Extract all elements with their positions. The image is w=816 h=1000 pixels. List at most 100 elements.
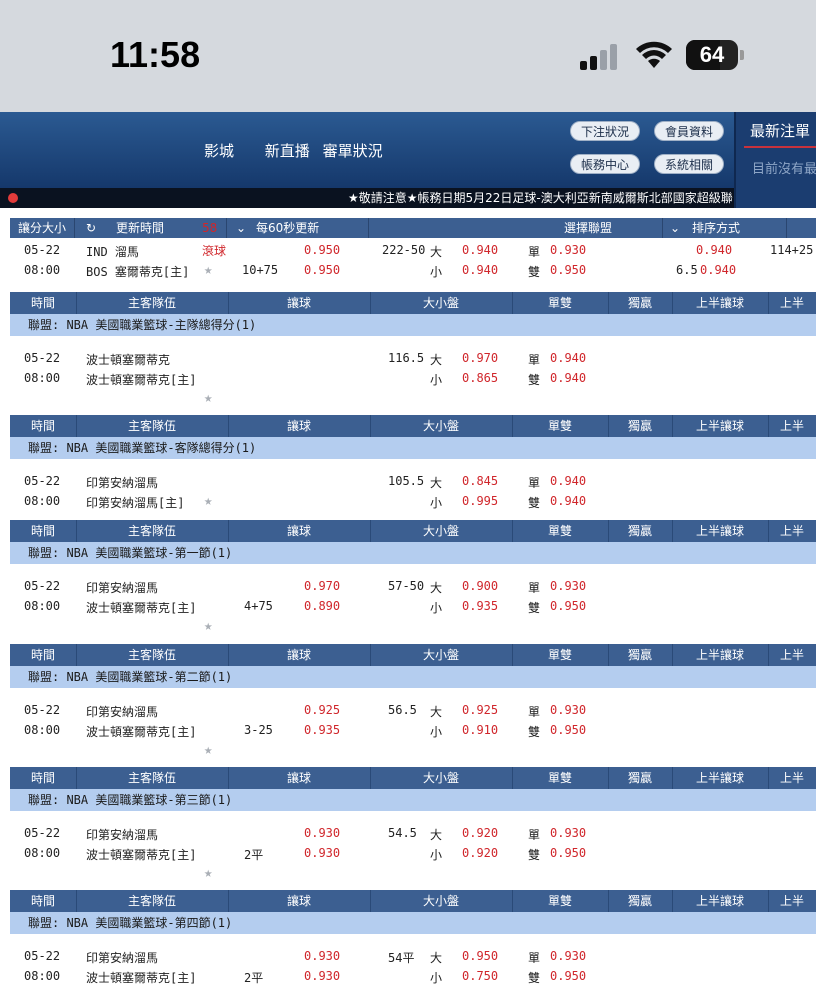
bet-status-button[interactable]: 下注狀況 (570, 121, 641, 141)
league-select[interactable]: 選擇聯盟 (564, 218, 612, 238)
odd-odds[interactable]: 0.930 (550, 579, 586, 593)
handicap-odds-home[interactable]: 0.930 (304, 969, 340, 983)
odd-odds[interactable]: 0.930 (550, 826, 586, 840)
refresh-interval-select[interactable]: 每60秒更新 (256, 218, 319, 238)
system-button[interactable]: 系統相關 (654, 154, 725, 174)
under-odds[interactable]: 0.935 (462, 599, 498, 613)
over-odds[interactable]: 0.950 (462, 949, 498, 963)
handicap-odds-home[interactable]: 0.935 (304, 723, 340, 737)
column-header: 單雙 (547, 894, 572, 908)
column-header: 上半 (779, 524, 804, 538)
game-time: 08:00 (24, 494, 61, 508)
even-label: 雙 (528, 265, 541, 279)
odd-odds[interactable]: 0.930 (550, 703, 586, 717)
favorite-star-icon[interactable]: ★ (204, 493, 212, 509)
column-header-row: 時間 主客隊伍 讓球 大小盤 單雙 獨贏 上半讓球 上半 (10, 415, 816, 437)
over-under-line: 56.5 (388, 703, 417, 717)
refresh-label[interactable]: 更新時間 (116, 218, 164, 238)
favorite-star-icon[interactable]: ★ (204, 262, 212, 278)
under-odds[interactable]: 0.865 (462, 371, 498, 385)
handicap-odds-home[interactable]: 0.930 (304, 846, 340, 860)
column-header: 讓球 (286, 771, 311, 785)
latest-bets-panel: 最新注單 目前沒有最 (734, 112, 816, 208)
under-odds[interactable]: 0.940 (462, 263, 498, 277)
chevron-down-icon[interactable]: ⌄ (670, 218, 680, 238)
under-label: 小 (430, 848, 443, 862)
favorite-star-icon[interactable]: ★ (204, 865, 212, 881)
favorite-star-icon[interactable]: ★ (204, 390, 212, 406)
odd-odds[interactable]: 0.940 (550, 351, 586, 365)
first-half-odds-2[interactable]: 0.940 (700, 263, 736, 277)
over-label: 大 (430, 828, 443, 842)
first-half-odds[interactable]: 0.940 (696, 243, 732, 257)
account-center-button[interactable]: 帳務中心 (570, 154, 641, 174)
over-odds[interactable]: 0.845 (462, 474, 498, 488)
handicap-line: 2平 (244, 848, 264, 862)
column-header: 大小盤 (422, 894, 459, 908)
member-info-button[interactable]: 會員資料 (654, 121, 725, 141)
over-label: 大 (430, 705, 443, 719)
refresh-icon[interactable]: ↻ (86, 218, 96, 238)
even-odds[interactable]: 0.950 (550, 263, 586, 277)
even-odds[interactable]: 0.950 (550, 846, 586, 860)
column-header: 主客隊伍 (127, 419, 176, 433)
column-header: 時間 (30, 894, 55, 908)
under-odds[interactable]: 0.920 (462, 846, 498, 860)
nav-link-review[interactable]: 審單狀況 (323, 142, 383, 160)
handicap-odds-away[interactable]: 0.925 (304, 703, 340, 717)
even-odds[interactable]: 0.940 (550, 371, 586, 385)
under-odds[interactable]: 0.910 (462, 723, 498, 737)
odd-odds[interactable]: 0.930 (550, 949, 586, 963)
column-header: 時間 (30, 296, 55, 310)
over-odds[interactable]: 0.900 (462, 579, 498, 593)
even-odds[interactable]: 0.950 (550, 599, 586, 613)
column-header: 單雙 (547, 771, 572, 785)
handicap-odds-away[interactable]: 0.930 (304, 949, 340, 963)
even-odds[interactable]: 0.950 (550, 969, 586, 983)
under-odds[interactable]: 0.995 (462, 494, 498, 508)
game-date: 05-22 (24, 826, 61, 840)
handicap-odds-away[interactable]: 0.970 (304, 579, 340, 593)
game-date: 05-22 (24, 474, 61, 488)
over-odds[interactable]: 0.940 (462, 243, 498, 257)
latest-bets-empty: 目前沒有最 (752, 162, 816, 177)
even-odds[interactable]: 0.950 (550, 723, 586, 737)
over-odds[interactable]: 0.970 (462, 351, 498, 365)
nav-link-cinema[interactable]: 影城 (204, 142, 234, 160)
chevron-down-icon[interactable]: ⌄ (236, 218, 246, 238)
handicap-odds-away[interactable]: 0.950 (304, 243, 340, 257)
favorite-star-icon[interactable]: ★ (204, 618, 212, 634)
game-row: 05-22 08:00 印第安納溜馬 波士頓塞爾蒂克[主] 3-25 0.925 0.935… (10, 688, 816, 766)
nav-link-live[interactable]: 新直播 (265, 142, 310, 160)
over-under-line: 105.5 (388, 474, 425, 488)
column-header: 獨贏 (627, 771, 652, 785)
under-label: 小 (430, 601, 443, 615)
column-header: 主客隊伍 (127, 296, 176, 310)
column-header: 大小盤 (422, 648, 459, 662)
over-odds[interactable]: 0.920 (462, 826, 498, 840)
over-odds[interactable]: 0.925 (462, 703, 498, 717)
column-header: 上半讓球 (695, 771, 744, 785)
odd-label: 單 (528, 828, 541, 842)
sort-select[interactable]: 排序方式 (692, 218, 740, 238)
odds-size-select[interactable]: 讓分大小 (18, 218, 66, 238)
under-odds[interactable]: 0.750 (462, 969, 498, 983)
handicap-odds-home[interactable]: 0.890 (304, 599, 340, 613)
league-title: 聯盟: NBA 美國職業籃球-第三節(1) (10, 789, 816, 811)
handicap-line: 3-25 (244, 723, 273, 737)
game-row: 05-22 08:00 印第安納溜馬 波士頓塞爾蒂克[主] 4+75 0.970 0.890… (10, 564, 816, 642)
column-header: 上半讓球 (695, 419, 744, 433)
game-date: 05-22 (24, 703, 61, 717)
even-label: 雙 (528, 971, 541, 985)
favorite-star-icon[interactable]: ★ (204, 742, 212, 758)
column-header: 獨贏 (627, 524, 652, 538)
column-header: 上半 (779, 419, 804, 433)
handicap-odds-home[interactable]: 0.950 (304, 263, 340, 277)
under-label: 小 (430, 725, 443, 739)
odd-odds[interactable]: 0.940 (550, 474, 586, 488)
home-team: 波士頓塞爾蒂克[主] (86, 601, 197, 615)
handicap-odds-away[interactable]: 0.930 (304, 826, 340, 840)
odd-odds[interactable]: 0.930 (550, 243, 586, 257)
even-odds[interactable]: 0.940 (550, 494, 586, 508)
column-header: 上半 (779, 771, 804, 785)
